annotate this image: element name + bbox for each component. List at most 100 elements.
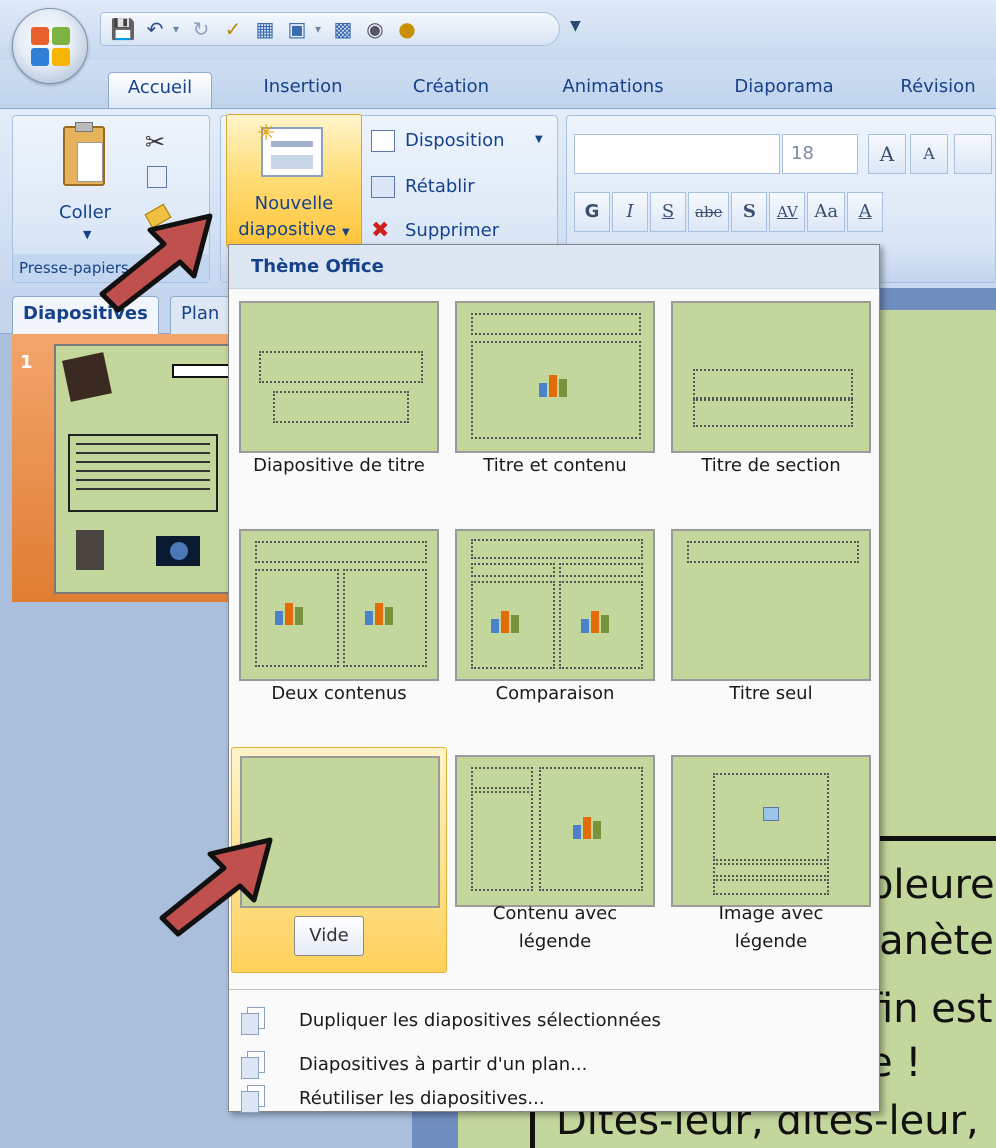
layout-two-content-preview [239,529,439,681]
tab-animations[interactable]: Animations [548,72,678,110]
bold-button[interactable]: G [574,192,610,232]
content-placeholder-icon [533,365,579,401]
layout-comparison[interactable]: Comparaison [447,521,663,747]
shadow-button[interactable]: S [731,192,768,232]
delete-label: Supprimer [405,220,500,241]
layout-section-header-preview [671,301,871,453]
menu-separator [229,989,879,990]
tab-accueil[interactable]: Accueil [108,72,212,110]
clear-format-button[interactable] [954,134,992,174]
layout-label: Contenu avec [492,903,618,924]
paste-icon[interactable] [63,122,105,186]
character-spacing-button[interactable]: AV [769,192,806,232]
tab-diaporama[interactable]: Diaporama [718,72,850,110]
italic-button[interactable]: I [612,192,648,232]
office-button[interactable] [12,8,88,84]
paste-dropdown-icon[interactable]: ▼ [83,228,91,241]
tab-insertion[interactable]: Insertion [244,72,362,110]
content-placeholder-icon [269,593,315,629]
customize-toolbar-icon[interactable]: ▼ [570,18,581,34]
layout-label: Titre de section [701,455,841,476]
sparkle-icon: ✳ [257,121,276,146]
new-slide-layout-menu: Thème Office Diapositive de titre Titre … [228,244,880,1113]
slide-text-line-3: fin est [868,986,993,1032]
layout-title-only[interactable]: Titre seul [663,521,879,747]
picture-placeholder-icon [763,807,779,821]
layout-icon [371,130,395,152]
reuse-slides-item[interactable]: Réutiliser les diapositives... [229,1085,879,1113]
strikethrough-button[interactable]: abe [688,192,730,232]
shrink-font-button[interactable]: A [910,134,948,174]
new-slide-label-2-text: diapositive [238,219,337,240]
layout-label: Titre seul [729,683,813,704]
slide-text-line-1: pleure [868,862,995,908]
layout-picture-caption-preview [671,755,871,907]
content-placeholder-icon [567,807,613,843]
font-name-input[interactable] [574,134,780,174]
grow-font-button[interactable]: A [868,134,906,174]
layout-section-header[interactable]: Titre de section [663,293,879,519]
layout-content-caption-preview [455,755,655,907]
change-case-button[interactable]: Aa [807,192,846,232]
content-placeholder-icon [485,601,531,637]
new-slide-label-1: Nouvelle [254,193,334,214]
layout-title-slide-preview [239,301,439,453]
layout-content-caption[interactable]: Contenu avec légende [447,747,663,973]
layout-tooltip: Vide [294,916,364,956]
slide-text-line-2: lanète [868,918,994,964]
layout-title-slide[interactable]: Diapositive de titre [231,293,447,519]
slides-from-outline-icon [241,1051,265,1079]
underline-button[interactable]: S [650,192,686,232]
layout-title-content[interactable]: Titre et contenu [447,293,663,519]
undo-icon[interactable]: ↶ [141,15,169,43]
new-slide-qat-icon[interactable]: ▣ [283,15,311,43]
layout-label: Diapositive de titre [253,455,425,476]
thumbnail-title-box [172,364,232,378]
redo-icon[interactable]: ↻ [187,15,215,43]
layout-comparison-preview [455,529,655,681]
font-format-row: G I S abe S AV Aa A [574,192,884,232]
new-slide-dropdown-icon: ▼ [342,227,350,238]
slides-from-outline-item[interactable]: Diapositives à partir d'un plan... [229,1043,879,1087]
reuse-slides-label: Réutiliser les diapositives... [299,1088,545,1109]
tab-revision[interactable]: Révision [880,72,996,110]
font-color-button[interactable]: A [847,192,884,232]
reset-label: Rétablir [405,176,475,197]
quick-access-toolbar: 💾 ↶ ▾ ↻ ✓ ▦ ▣ ▾ ▩ ◉ ● [100,12,560,46]
layout-picture-caption[interactable]: Image avec légende [663,747,879,973]
content-placeholder-icon [575,601,621,637]
layout-label: Titre et contenu [483,455,627,476]
duplicate-slides-item[interactable]: Dupliquer les diapositives sélectionnées [229,999,879,1043]
slide-number: 1 [20,352,33,373]
tab-creation[interactable]: Création [392,72,510,110]
delete-icon: ✖ [371,218,390,243]
spelling-icon[interactable]: ✓ [219,15,247,43]
new-slide-button[interactable]: ✳ Nouvelle diapositive ▼ [226,114,362,248]
layout-dropdown-icon: ▼ [535,134,543,145]
reset-button[interactable]: Rétablir [371,174,521,204]
duplicate-slides-label: Dupliquer les diapositives sélectionnées [299,1010,661,1031]
sound-icon[interactable]: ● [393,15,421,43]
undo-dropdown-icon[interactable]: ▾ [173,22,183,36]
cut-icon[interactable]: ✂ [145,128,165,156]
layout-two-content[interactable]: Deux contenus [231,521,447,747]
slide-thumbnail[interactable] [54,344,234,594]
media-icon[interactable]: ◉ [361,15,389,43]
content-placeholder-icon [359,593,405,629]
layout-label: Comparaison [495,683,615,704]
title-bar: 💾 ↶ ▾ ↻ ✓ ▦ ▣ ▾ ▩ ◉ ● ▼ [0,0,996,60]
slideshow-icon[interactable]: ▦ [251,15,279,43]
new-slide-dropdown-icon[interactable]: ▾ [315,22,325,36]
layout-title-only-preview [671,529,871,681]
font-size-value: 18 [791,143,814,164]
thumbnail-earth-image [156,536,200,566]
copy-icon[interactable] [147,166,167,188]
layout-label: Disposition [405,130,505,151]
presentation-icon[interactable]: ▩ [329,15,357,43]
thumbnail-portrait-image [62,352,112,402]
reuse-slides-icon [241,1085,265,1113]
save-icon[interactable]: 💾 [109,15,137,43]
font-size-input[interactable]: 18 [782,134,858,174]
reset-icon [371,176,395,198]
thumbnail-statue-image [76,530,104,570]
